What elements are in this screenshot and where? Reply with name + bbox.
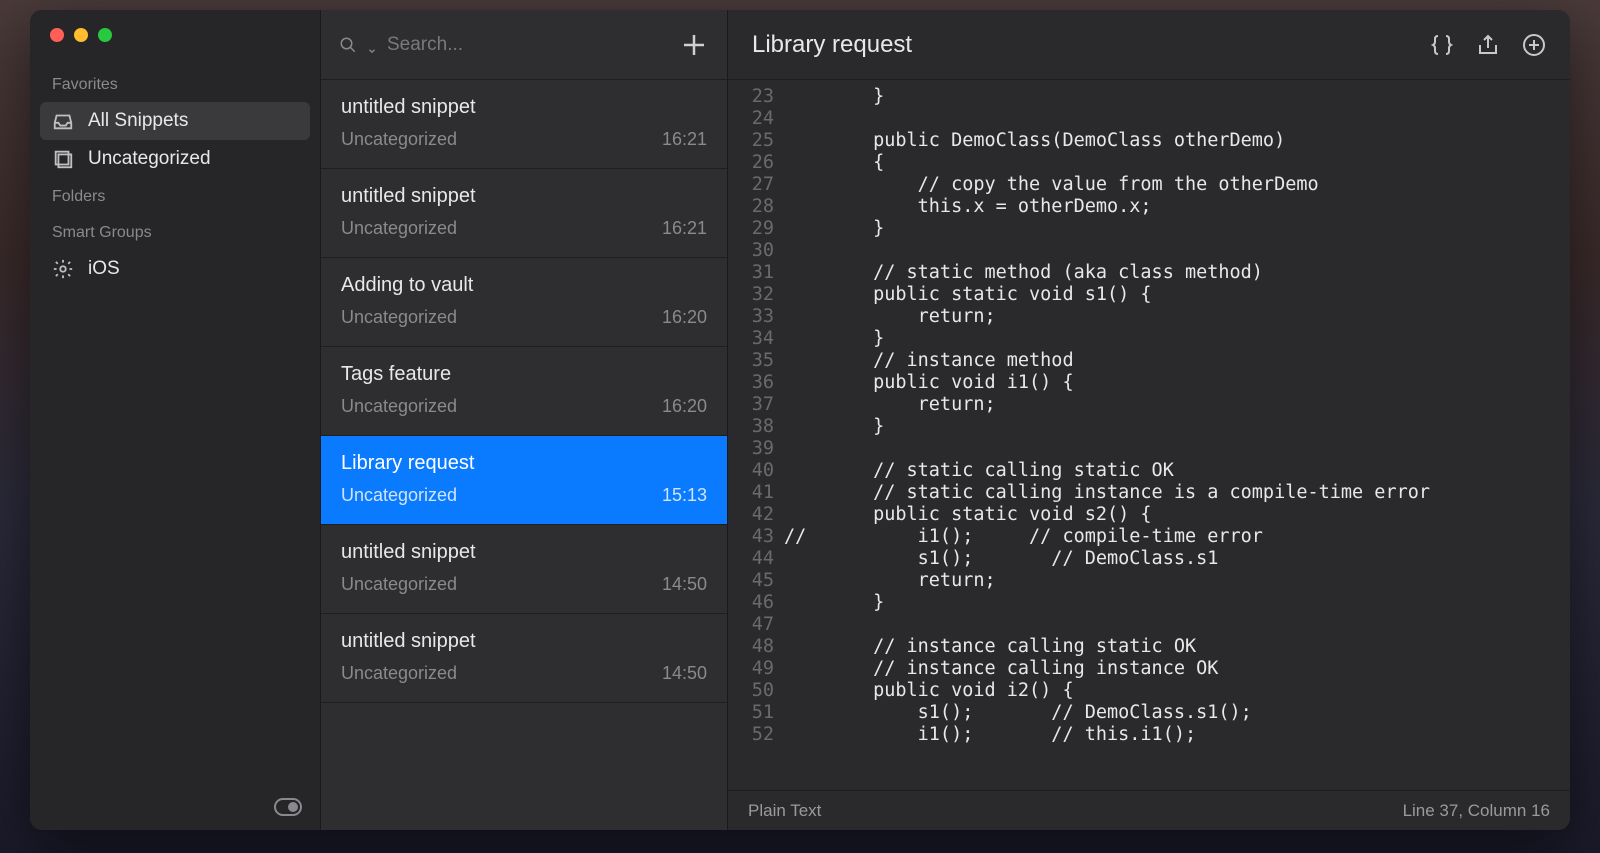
code-content[interactable]: } public DemoClass(DemoClass otherDemo) … [784, 86, 1570, 790]
snippet-row[interactable]: Adding to vault Uncategorized 16:20 [321, 258, 727, 347]
editor-footer: Plain Text Line 37, Column 16 [728, 790, 1570, 830]
sidebar-item-all-snippets[interactable]: All Snippets [40, 102, 310, 140]
sidebar-item-label: All Snippets [88, 110, 188, 132]
snippet-meta: Uncategorized 14:50 [341, 574, 707, 595]
add-snippet-button[interactable] [679, 30, 709, 60]
snippet-title: Tags feature [341, 363, 707, 386]
snippet-meta: Uncategorized 16:20 [341, 396, 707, 417]
snippet-time: 16:21 [662, 129, 707, 150]
minimize-window-button[interactable] [74, 28, 88, 42]
window-controls [50, 28, 112, 42]
code-editor[interactable]: 2324252627282930313233343536373839404142… [728, 80, 1570, 790]
editor-title[interactable]: Library request [752, 31, 1430, 59]
snippet-category: Uncategorized [341, 218, 457, 239]
sidebar-toggle-icon[interactable] [274, 798, 302, 816]
stack-icon [52, 148, 74, 170]
snippet-row[interactable]: Library request Uncategorized 15:13 [321, 436, 727, 525]
snippet-meta: Uncategorized 15:13 [341, 485, 707, 506]
snippet-row[interactable]: untitled snippet Uncategorized 16:21 [321, 80, 727, 169]
gear-icon [52, 258, 74, 280]
snippet-list-panel: untitled snippetUncategorized16:21untitl… [320, 10, 728, 830]
line-gutter: 2324252627282930313233343536373839404142… [728, 86, 784, 790]
snippet-time: 14:50 [662, 574, 707, 595]
editor-actions [1430, 33, 1546, 57]
snippet-title: untitled snippet [341, 185, 707, 208]
snippet-time: 15:13 [662, 485, 707, 506]
chevron-down-icon[interactable] [367, 40, 377, 50]
snippet-row[interactable]: untitled snippet Uncategorized 16:21 [321, 169, 727, 258]
snippet-title: untitled snippet [341, 541, 707, 564]
sidebar: Favorites All Snippets Uncategorized Fol… [30, 10, 320, 830]
snippet-row[interactable]: untitled snippet Uncategorized 14:50 [321, 614, 727, 703]
snippet-row[interactable]: untitled snippet Uncategorized 14:50 [321, 525, 727, 614]
snippet-category: Uncategorized [341, 663, 457, 684]
editor-header: Library request [728, 10, 1570, 80]
close-window-button[interactable] [50, 28, 64, 42]
snippet-meta: Uncategorized 14:50 [341, 663, 707, 684]
snippet-time: 16:20 [662, 307, 707, 328]
snippet-meta: Uncategorized 16:20 [341, 307, 707, 328]
snippet-time: 16:20 [662, 396, 707, 417]
sidebar-footer [30, 784, 320, 830]
sidebar-section-favorites: Favorites [30, 66, 320, 102]
sidebar-item-ios[interactable]: iOS [30, 250, 320, 288]
snippet-category: Uncategorized [341, 485, 457, 506]
snippet-time: 14:50 [662, 663, 707, 684]
maximize-window-button[interactable] [98, 28, 112, 42]
search-icon [339, 36, 357, 54]
list-header [321, 10, 727, 80]
code-braces-icon[interactable] [1430, 33, 1454, 57]
snippet-category: Uncategorized [341, 574, 457, 595]
share-icon[interactable] [1476, 33, 1500, 57]
tray-icon [52, 110, 74, 132]
sidebar-section-folders: Folders [30, 178, 320, 214]
plus-circle-icon[interactable] [1522, 33, 1546, 57]
snippet-category: Uncategorized [341, 307, 457, 328]
snippet-row[interactable]: Tags feature Uncategorized 16:20 [321, 347, 727, 436]
snippet-list: untitled snippetUncategorized16:21untitl… [321, 80, 727, 703]
snippet-title: untitled snippet [341, 630, 707, 653]
snippet-title: untitled snippet [341, 96, 707, 119]
snippet-title: Library request [341, 452, 707, 475]
search-input[interactable] [387, 34, 667, 56]
sidebar-section-smart-groups: Smart Groups [30, 214, 320, 250]
language-label[interactable]: Plain Text [748, 801, 821, 821]
sidebar-item-label: Uncategorized [88, 148, 211, 170]
snippet-meta: Uncategorized 16:21 [341, 129, 707, 150]
sidebar-item-uncategorized[interactable]: Uncategorized [30, 140, 320, 178]
snippet-category: Uncategorized [341, 396, 457, 417]
app-window: Favorites All Snippets Uncategorized Fol… [30, 10, 1570, 830]
snippet-title: Adding to vault [341, 274, 707, 297]
search-wrap [339, 34, 667, 56]
snippet-time: 16:21 [662, 218, 707, 239]
editor-panel: Library request 232425262728293031323334… [728, 10, 1570, 830]
sidebar-item-label: iOS [88, 258, 120, 280]
snippet-category: Uncategorized [341, 129, 457, 150]
snippet-meta: Uncategorized 16:21 [341, 218, 707, 239]
cursor-position: Line 37, Column 16 [1403, 801, 1550, 821]
